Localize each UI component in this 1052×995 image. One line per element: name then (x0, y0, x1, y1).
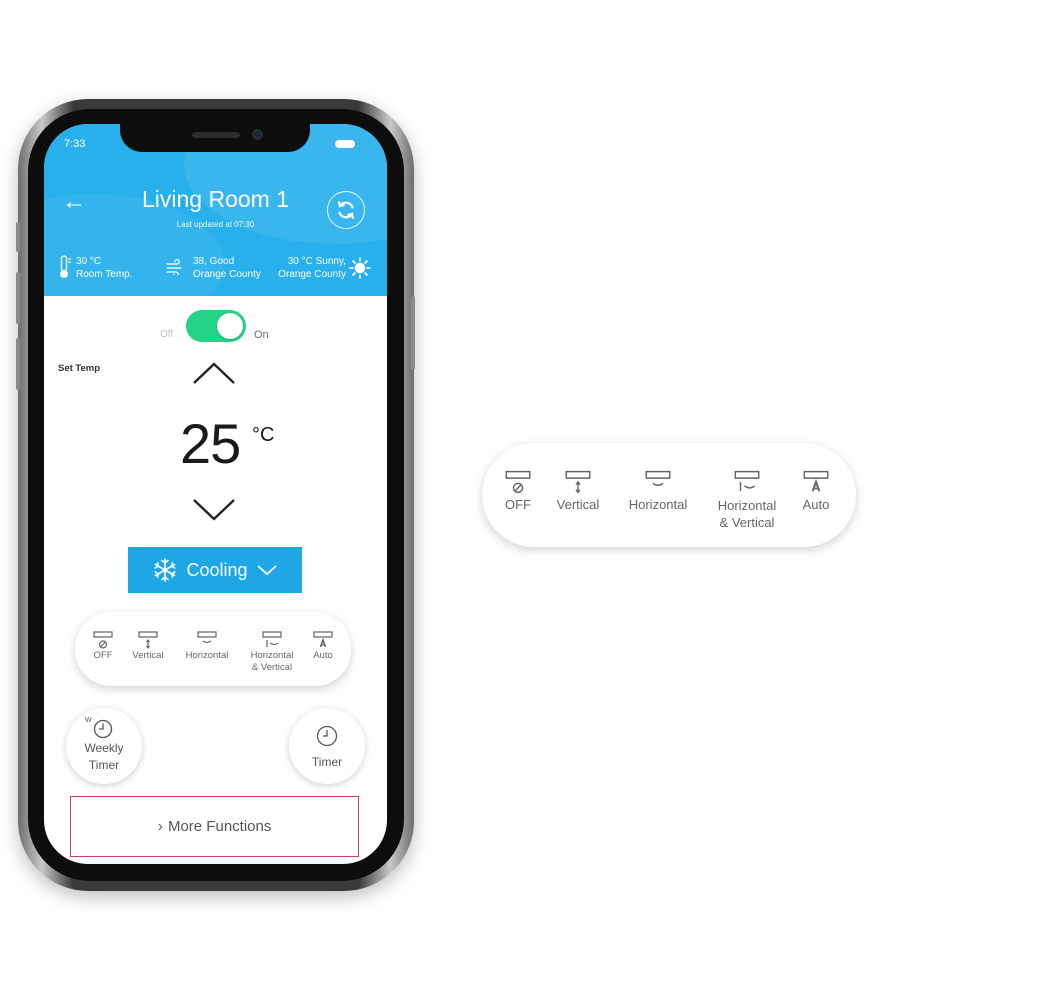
swing-label: OFF (505, 497, 531, 512)
swing-label-line2: & Vertical (251, 662, 293, 673)
mode-selected-label: Cooling (186, 559, 248, 580)
swing-off-icon (505, 470, 531, 494)
power-off-label: Off (160, 329, 174, 340)
phone-notch (120, 124, 310, 152)
room-temp-label: Room Temp. (76, 269, 133, 280)
chevron-down-icon (256, 565, 277, 576)
swing-option-horizontal[interactable]: Horizontal (622, 469, 694, 512)
swing-option-off[interactable]: OFF (500, 469, 536, 512)
temperature-unit: °C (252, 424, 275, 446)
temp-down-chevron-icon[interactable] (191, 497, 237, 523)
swing-label: Auto (802, 497, 830, 512)
swing-label: Vertical (556, 497, 600, 512)
weather-info: 30 °C Sunny, Orange County (264, 255, 346, 281)
swing-vertical-icon (565, 470, 591, 494)
temperature-value: 25 (180, 412, 241, 475)
thermometer-icon (60, 255, 71, 278)
mode-dropdown[interactable]: Cooling (128, 547, 302, 593)
swing-control: OFF Vertical Horizontal Horizontal & Ver… (75, 612, 351, 686)
weekly-timer-button[interactable]: W Weekly Timer (66, 708, 142, 784)
swing-label: Horizontal (717, 498, 777, 513)
wind-icon (166, 259, 182, 275)
battery-icon (335, 140, 355, 148)
timer-button[interactable]: Timer (289, 708, 365, 784)
weather-value: 30 °C Sunny, (287, 256, 346, 267)
snowflake-icon (154, 558, 177, 582)
swing-off-icon (93, 631, 113, 649)
swing-option-auto[interactable]: Auto (796, 469, 836, 512)
phone-mute-switch (16, 222, 20, 252)
weather-location: Orange County (278, 269, 346, 280)
swing-horizontal-icon (197, 631, 217, 644)
swing-option-horizontal-vertical[interactable]: Horizontal & Vertical (706, 469, 788, 531)
more-functions-button[interactable]: › More Functions (70, 796, 359, 857)
room-temp-info: 30 °C Room Temp. (76, 255, 133, 281)
more-functions-label: More Functions (167, 818, 272, 835)
front-camera (252, 129, 263, 140)
swing-label: Horizontal (628, 497, 688, 512)
swing-vertical-icon (138, 631, 158, 649)
weekly-badge: W (85, 717, 92, 724)
swing-label-line2: & Vertical (719, 515, 775, 530)
swing-label: Vertical (132, 650, 164, 661)
refresh-button[interactable] (327, 191, 365, 229)
swing-option-vertical[interactable]: Vertical (127, 630, 169, 661)
swing-label: Auto (313, 650, 333, 661)
swing-option-auto[interactable]: Auto (307, 630, 339, 661)
room-temp-value: 30 °C (76, 256, 102, 267)
power-on-label: On (254, 329, 269, 341)
swing-option-horizontal-vertical[interactable]: Horizontal & Vertical (241, 630, 303, 674)
swing-auto-icon (313, 631, 333, 648)
clock-icon (93, 719, 113, 739)
toggle-knob (217, 313, 243, 339)
swing-horizontal-icon (645, 470, 671, 486)
timer-label: Timer (311, 755, 343, 769)
power-toggle[interactable] (186, 310, 246, 342)
app-screen: 7:33 ← Living Room 1 Last updated at 07:… (44, 124, 387, 864)
phone-power-button (411, 296, 415, 370)
swing-option-vertical[interactable]: Vertical (552, 469, 604, 512)
swing-both-icon (734, 470, 760, 492)
swing-label: Horizontal (185, 650, 229, 661)
swing-both-icon (262, 631, 282, 647)
swing-label: Horizontal (250, 650, 294, 661)
clock-icon (316, 725, 338, 747)
refresh-icon (338, 201, 354, 219)
air-quality-info: 38, Good Orange County (193, 255, 261, 281)
phone-volume-down (16, 338, 20, 390)
temp-up-chevron-icon[interactable] (191, 360, 237, 386)
sun-icon (349, 257, 371, 279)
swing-option-off[interactable]: OFF (88, 630, 118, 661)
air-quality-value: 38, Good (193, 256, 235, 267)
swing-control-enlarged: OFF Vertical Horizontal Horizontal & Ver… (482, 443, 856, 547)
swing-auto-icon (803, 470, 829, 492)
speaker-grille (192, 132, 240, 138)
weekly-timer-label-2: Timer (88, 758, 120, 772)
phone-volume-up (16, 272, 20, 324)
weekly-timer-label-1: Weekly (84, 741, 124, 755)
status-time: 7:33 (64, 138, 86, 150)
swing-label: OFF (93, 650, 113, 661)
swing-option-horizontal[interactable]: Horizontal (179, 630, 235, 661)
chevron-right-icon: › (157, 817, 163, 835)
air-quality-location: Orange County (193, 269, 261, 280)
set-temp-label: Set Temp (58, 363, 101, 374)
